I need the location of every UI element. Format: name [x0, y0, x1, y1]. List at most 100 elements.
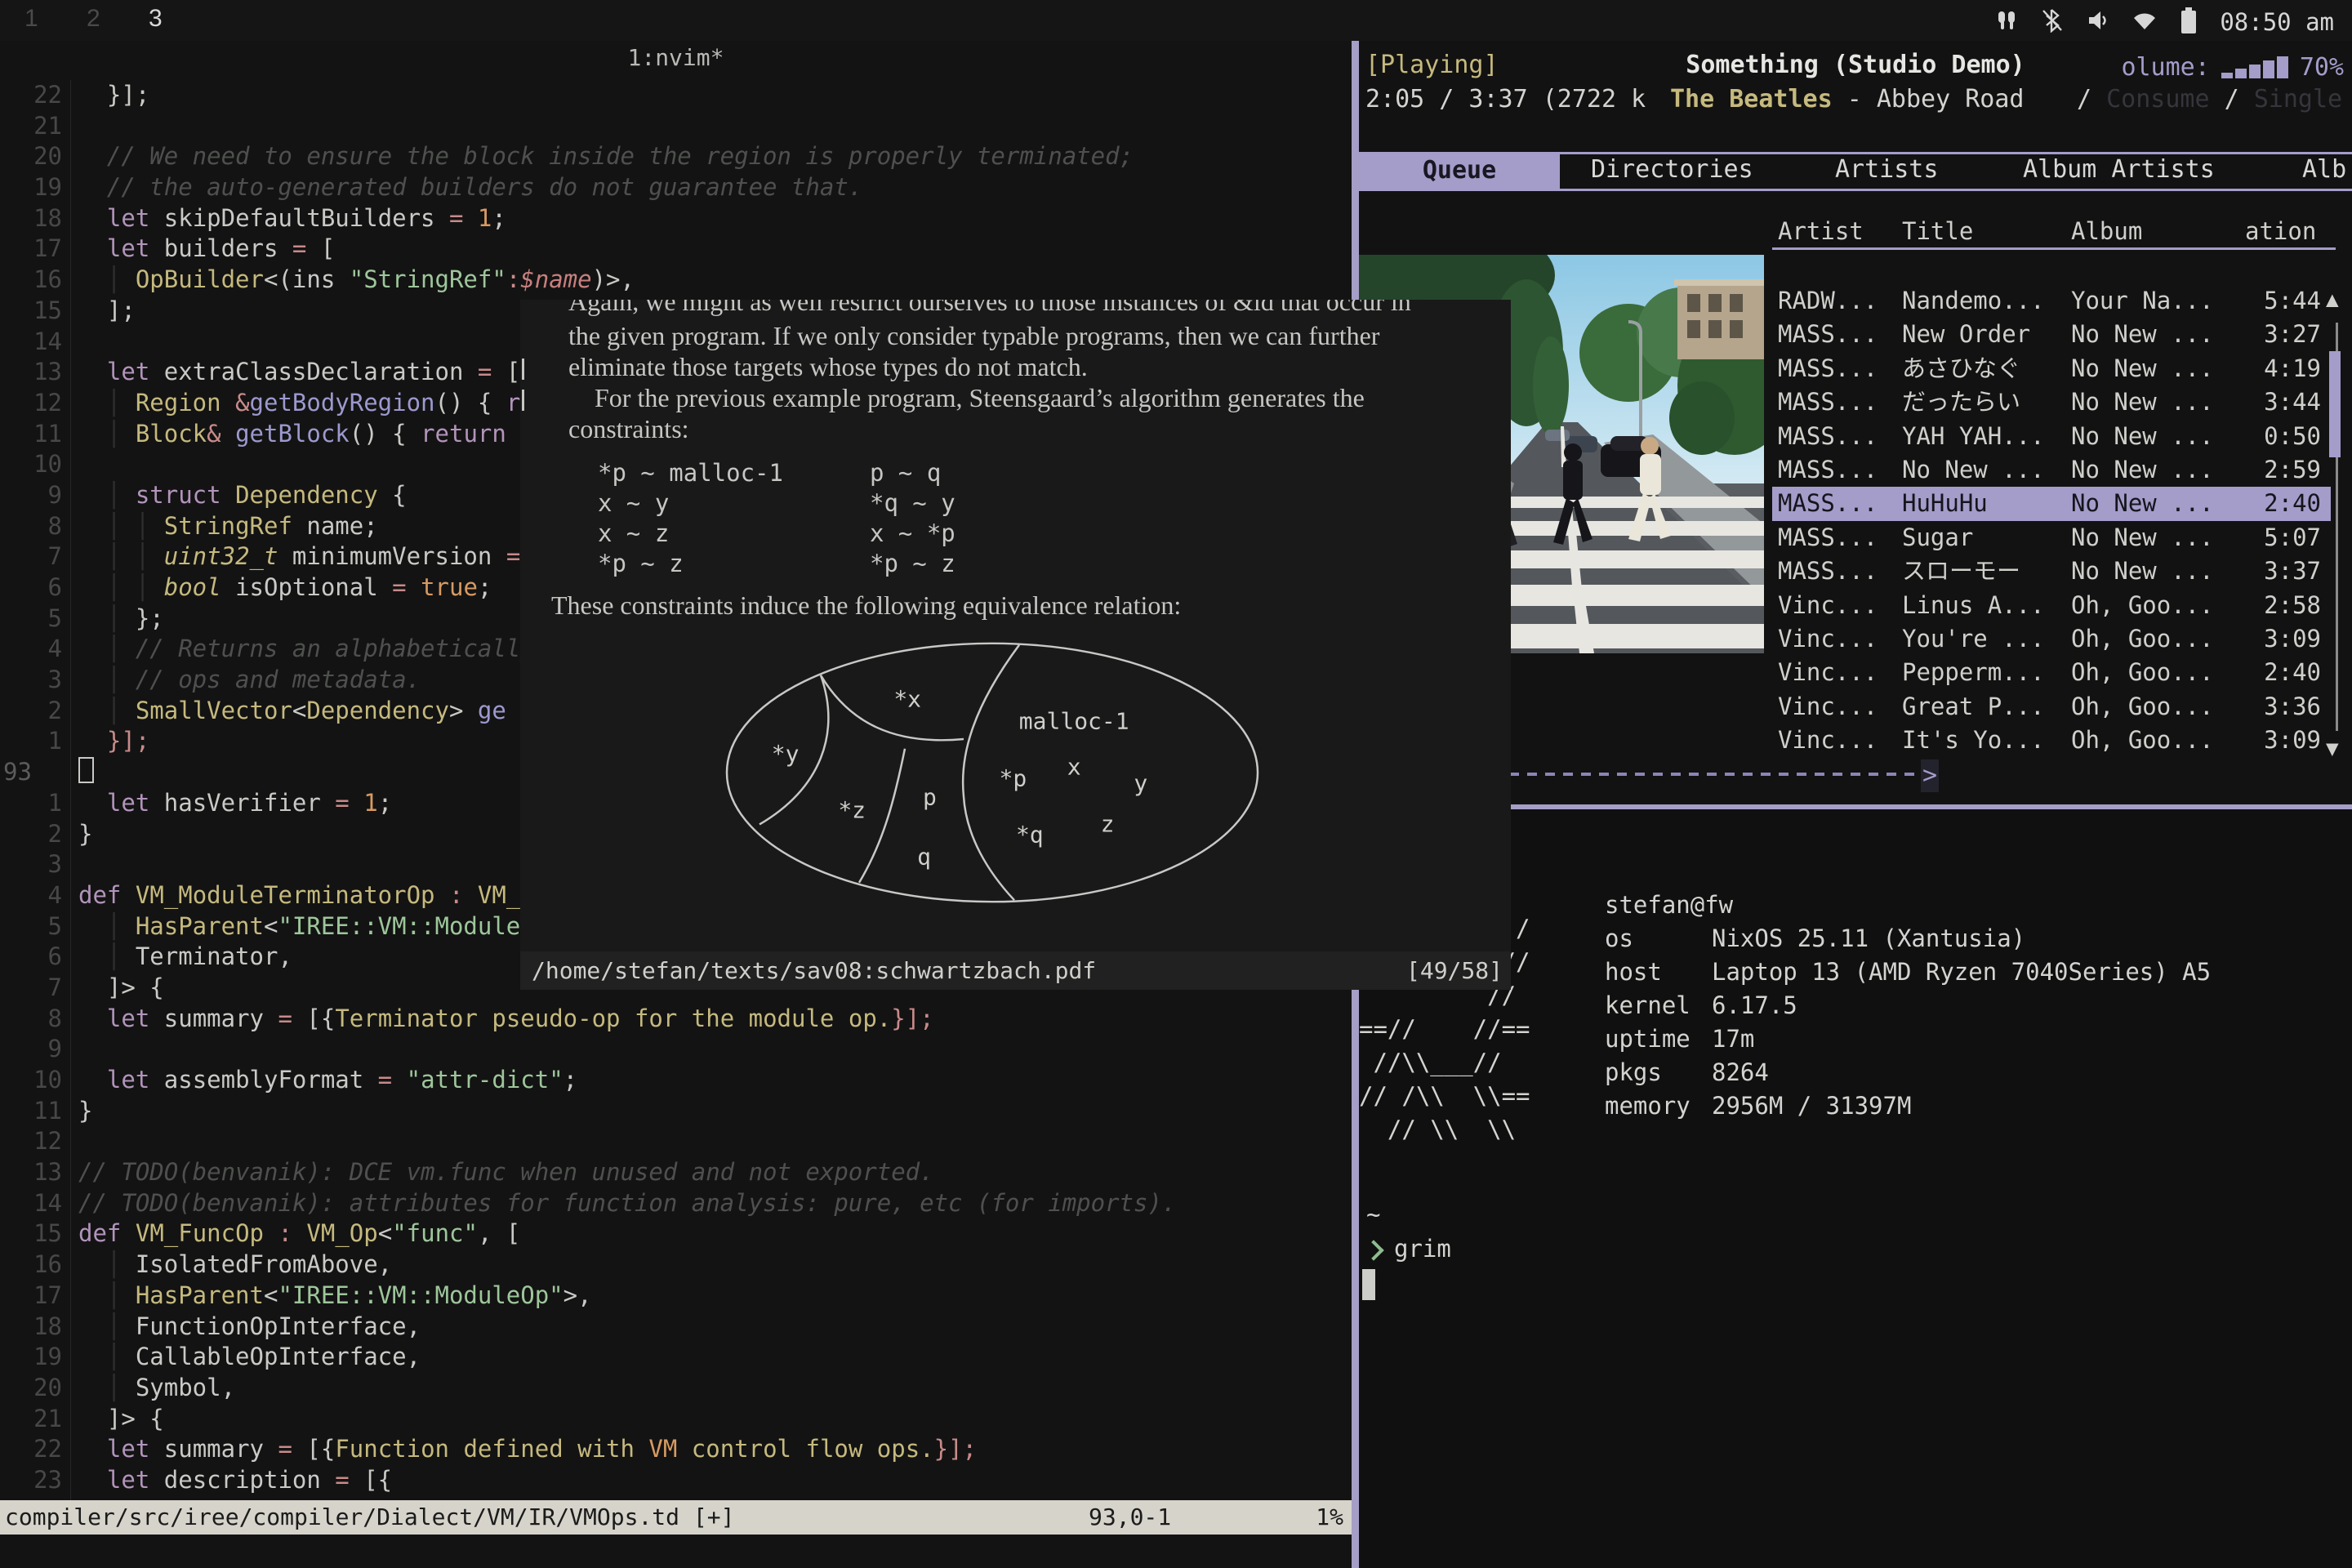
queue-row[interactable]: Vinc...Linus A...Oh, Goo...2:58: [1772, 589, 2331, 622]
line-number: 18: [0, 1312, 62, 1343]
fetch-info-row: hostLaptop 13 (AMD Ryzen 7040Series) A5: [1605, 956, 2211, 989]
code-line: 15def VM_FuncOp : VM_Op<"func", [: [0, 1218, 1352, 1250]
code-line: 9: [0, 1034, 1352, 1065]
wifi-icon: [2132, 8, 2158, 36]
line-number: 10: [0, 1065, 62, 1096]
line-number: 6: [0, 572, 62, 604]
venn-label: x: [1067, 754, 1081, 781]
code-line: 19 // the auto-generated builders do not…: [0, 172, 1352, 203]
line-number: 8: [0, 1004, 62, 1035]
venn-label: *q: [1016, 822, 1044, 849]
pdf-file-path: /home/stefan/texts/sav08:schwartzbach.pd…: [532, 951, 1096, 990]
mode-toggles: / Consume / Single: [2077, 85, 2342, 116]
constraints-column-right: p ∼ q*q ∼ yx ∼ *p*p ∼ z: [870, 458, 956, 579]
album-name: Abbey Road: [1877, 85, 2025, 114]
earbuds-icon: [1994, 8, 2019, 36]
queue-row[interactable]: MASS...New OrderNo New ...3:27: [1772, 318, 2331, 351]
pdf-paragraph: constraints:: [568, 414, 1499, 444]
pdf-viewer-window[interactable]: Again, we might as well restrict ourselv…: [520, 300, 1511, 990]
line-number: 5: [0, 604, 62, 635]
line-number: 8: [0, 511, 62, 542]
queue-row[interactable]: Vinc...It's Yo...Oh, Goo...3:09: [1772, 724, 2331, 757]
queue-scrollbar-thumb[interactable]: [2329, 351, 2341, 457]
code-line: 20 │ Symbol,: [0, 1373, 1352, 1404]
scroll-down-icon[interactable]: ▼: [2326, 737, 2339, 761]
line-number: 20: [0, 141, 62, 172]
code-line: 21 ]> {: [0, 1404, 1352, 1435]
line-number: 22: [0, 80, 62, 111]
queue-row[interactable]: MASS...だったらいNo New ...3:44: [1772, 385, 2331, 419]
queue-row[interactable]: MASS...YAH YAH...No New ...0:50: [1772, 420, 2331, 453]
pdf-paragraph: eliminate those targets whose types do n…: [568, 352, 1499, 382]
fetch-user: stefan@fw: [1605, 889, 2211, 922]
line-number: 6: [0, 942, 62, 973]
queue-row[interactable]: Vinc...Pepperm...Oh, Goo...2:40: [1772, 656, 2331, 689]
volume-indicator[interactable]: olume: 70%: [2121, 51, 2344, 82]
queue-row[interactable]: MASS...No New ...No New ...2:59: [1772, 453, 2331, 487]
statusline-position: 93,0-1: [1089, 1500, 1171, 1535]
fetch-info-row: memory2956M / 31397M: [1605, 1089, 2211, 1123]
queue-row[interactable]: MASS...SugarNo New ...5:07: [1772, 521, 2331, 555]
queue-row[interactable]: MASS...HuHuHuNo New ...2:40: [1772, 487, 2331, 520]
tab-artists[interactable]: Artists: [1835, 155, 1938, 184]
workspace-3[interactable]: 3: [149, 5, 163, 33]
queue-row[interactable]: Vinc...You're ...Oh, Goo...3:09: [1772, 622, 2331, 656]
code-line: 16 │ OpBuilder<(ins "StringRef":$name)>,: [0, 265, 1352, 296]
line-number: 12: [0, 1126, 62, 1157]
queue-row[interactable]: MASS...スローモーNo New ...3:37: [1772, 555, 2331, 588]
desktop: 1 2 3 08:50 am 1:nvim* 22 }];2120 //: [0, 0, 2352, 1568]
line-number: 9: [0, 480, 62, 511]
statusline-filename: compiler/src/iree/compiler/Dialect/VM/IR…: [5, 1500, 734, 1535]
volume-percent: 70%: [2300, 53, 2344, 82]
vim-statusline: compiler/src/iree/compiler/Dialect/VM/IR…: [0, 1500, 1352, 1535]
fetch-info-row: uptime17m: [1605, 1022, 2211, 1056]
line-number: 3: [0, 849, 62, 880]
line-number: 12: [0, 388, 62, 419]
venn-label: *y: [772, 740, 800, 767]
code-line: 21: [0, 111, 1352, 142]
line-number: 5: [0, 911, 62, 942]
line-number: 1: [0, 726, 62, 757]
queue-row[interactable]: RADW...Nandemo...Your Na...5:44: [1772, 284, 2331, 318]
queue-row[interactable]: Vinc...Great P...Oh, Goo...3:36: [1772, 690, 2331, 724]
workspace-1[interactable]: 1: [24, 5, 38, 33]
terminal-cursor: [1362, 1269, 1375, 1300]
line-number: 11: [0, 419, 62, 450]
line-number: 17: [0, 1281, 62, 1312]
code-line: 18 let skipDefaultBuilders = 1;: [0, 203, 1352, 234]
clock: 08:50 am: [2220, 8, 2334, 36]
line-number: 20: [0, 1373, 62, 1404]
venn-label: p: [923, 783, 937, 810]
venn-label: z: [1101, 811, 1115, 838]
code-line: 8 let summary = [{Terminator pseudo-op f…: [0, 1004, 1352, 1035]
line-number: 9: [0, 1034, 62, 1065]
building: [1674, 279, 1764, 359]
fastfetch-info: stefan@fw osNixOS 25.11 (Xantusia)hostLa…: [1605, 889, 2211, 1123]
workspace-2[interactable]: 2: [87, 5, 100, 33]
tabline-border-bottom: [1359, 189, 2352, 191]
pdf-paragraph: For the previous example program, Steens…: [568, 383, 1499, 413]
line-number: 93: [3, 757, 65, 788]
shell-prompt[interactable]: grim: [1366, 1235, 1451, 1263]
line-number: 1: [0, 788, 62, 819]
venn-label: malloc-1: [1019, 707, 1129, 734]
code-line: 17 let builders = [: [0, 234, 1352, 265]
tab-album-artists[interactable]: Album Artists: [2023, 155, 2215, 184]
line-number: 7: [0, 541, 62, 572]
tab-albums[interactable]: Alb: [2302, 155, 2346, 184]
line-number: 4: [0, 880, 62, 911]
speaker-icon: [2086, 8, 2110, 36]
pdf-page-indicator: [49/58]: [1406, 951, 1503, 990]
code-line: 12: [0, 1126, 1352, 1157]
prompt-cwd: ~: [1366, 1200, 1380, 1228]
code-line: 19 │ CallableOpInterface,: [0, 1342, 1352, 1373]
scroll-up-icon[interactable]: ▲: [2326, 287, 2339, 312]
line-number: 11: [0, 1096, 62, 1127]
tab-queue[interactable]: Queue: [1359, 152, 1560, 189]
code-line: 16 │ IsolatedFromAbove,: [0, 1250, 1352, 1281]
code-line: 22 }];: [0, 80, 1352, 111]
tab-directories[interactable]: Directories: [1591, 155, 1753, 184]
queue-header-underline: [1772, 247, 2336, 250]
queue-row[interactable]: MASS...あさひなぐNo New ...4:19: [1772, 352, 2331, 385]
constraints-column-left: *p ∼ malloc-1x ∼ yx ∼ z*p ∼ z: [598, 458, 783, 579]
